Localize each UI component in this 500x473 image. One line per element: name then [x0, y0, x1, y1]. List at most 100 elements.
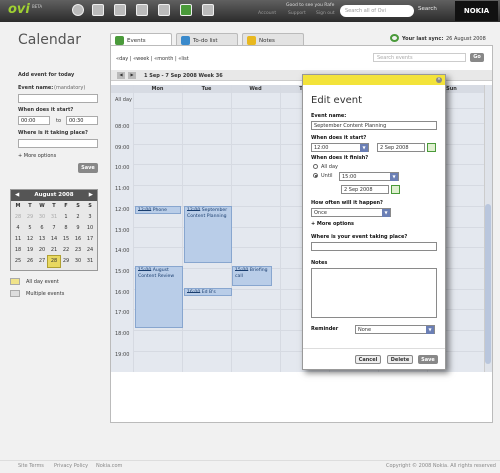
event-search-go[interactable]: Go	[470, 53, 484, 62]
view-list[interactable]: list	[181, 56, 188, 62]
mini-day[interactable]: 30	[72, 256, 84, 267]
edit-event-dialog: × Edit event Event name: September Conte…	[302, 74, 446, 370]
mini-day[interactable]: 4	[12, 223, 24, 234]
mail-icon[interactable]	[136, 4, 148, 16]
quick-start-select[interactable]: 00:00	[18, 116, 50, 125]
view-day[interactable]: day	[119, 56, 128, 62]
mini-day[interactable]: 31	[48, 212, 60, 223]
quick-end-select[interactable]: 00:30	[66, 116, 98, 125]
camera-icon[interactable]	[114, 4, 126, 16]
footer-privacy[interactable]: Privacy Policy	[54, 463, 88, 469]
mini-day[interactable]: 7	[48, 223, 60, 234]
view-week[interactable]: week	[136, 56, 149, 62]
dialog-start-time-select[interactable]: 12:00 ▼	[311, 143, 369, 152]
mini-day[interactable]: 18	[12, 245, 24, 256]
mini-day[interactable]: 9	[72, 223, 84, 234]
mini-day[interactable]: 31	[84, 256, 96, 267]
contacts-icon[interactable]	[158, 4, 170, 16]
event-august-review[interactable]: 15:00 August Content Review	[135, 266, 183, 328]
event-september-planning[interactable]: 12:00 September Content Planning	[184, 206, 232, 263]
next-week-icon[interactable]: ▶	[128, 72, 136, 79]
ovi-logo[interactable]: ovi	[8, 2, 30, 17]
mini-day[interactable]: 17	[84, 234, 96, 245]
event-ed[interactable]: 16:00 Ed B's	[184, 288, 232, 296]
mini-day[interactable]: 28	[12, 212, 24, 223]
calendar-icon[interactable]	[180, 4, 192, 16]
prev-week-icon[interactable]: ◀	[117, 72, 125, 79]
mini-day[interactable]: 2	[72, 212, 84, 223]
mini-day[interactable]: 12	[24, 234, 36, 245]
view-month[interactable]: month	[157, 56, 173, 62]
start-date-calendar-icon[interactable]	[427, 143, 436, 152]
signout-link[interactable]: Sign out	[316, 11, 335, 16]
quick-save-button[interactable]: Save	[78, 163, 98, 173]
more-options-link[interactable]: + More options	[18, 153, 56, 159]
mini-day[interactable]: 16	[72, 234, 84, 245]
mini-day[interactable]: 8	[60, 223, 72, 234]
quick-event-name-input[interactable]	[18, 94, 98, 103]
sync-icon[interactable]	[390, 34, 399, 42]
mini-day[interactable]: 20	[36, 245, 48, 256]
mini-month-label: August 2008	[34, 192, 74, 198]
mini-day[interactable]: 15	[60, 234, 72, 245]
mini-day[interactable]: 24	[84, 245, 96, 256]
mini-day[interactable]: 22	[60, 245, 72, 256]
until-radio[interactable]	[313, 173, 318, 178]
quick-where-input[interactable]	[18, 139, 98, 148]
mini-day[interactable]: 26	[24, 256, 36, 267]
nokia-logo[interactable]: NOKIA	[455, 1, 498, 21]
mini-day[interactable]: 23	[72, 245, 84, 256]
close-icon[interactable]: ×	[436, 77, 442, 83]
end-date-calendar-icon[interactable]	[391, 185, 400, 194]
mini-day[interactable]: 13	[36, 234, 48, 245]
mini-day[interactable]: 27	[36, 256, 48, 267]
dialog-name-input[interactable]: September Content Planning	[311, 121, 437, 130]
next-month-icon[interactable]: ▶	[89, 190, 93, 201]
sync-label: Your last sync:	[402, 36, 444, 42]
footer-terms[interactable]: Site Terms	[18, 463, 44, 469]
mini-day[interactable]: 6	[36, 223, 48, 234]
dialog-end-time-select[interactable]: 15:00 ▼	[339, 172, 399, 181]
mini-day[interactable]: 21	[48, 245, 60, 256]
mini-day[interactable]: 28	[47, 255, 61, 268]
mini-dow: T	[52, 203, 56, 209]
mini-day[interactable]: 5	[24, 223, 36, 234]
mini-day[interactable]: 29	[60, 256, 72, 267]
dialog-more-options[interactable]: + More options	[311, 221, 354, 227]
dialog-notes-textarea[interactable]	[311, 268, 437, 318]
event-search-input[interactable]: Search events	[373, 53, 466, 62]
dialog-where-input[interactable]	[311, 242, 437, 251]
files-icon[interactable]	[202, 4, 214, 16]
footer-nokia[interactable]: Nokia.com	[96, 463, 122, 469]
prev-month-icon[interactable]: ◀	[15, 190, 19, 201]
mini-day[interactable]: 11	[12, 234, 24, 245]
chevron-down-icon: ▼	[390, 173, 398, 181]
allday-radio[interactable]	[313, 164, 318, 169]
grid-scroll-thumb[interactable]	[485, 204, 491, 364]
dialog-repeat-select[interactable]: Once ▼	[311, 208, 391, 217]
dialog-start-date-input[interactable]: 2 Sep 2008	[377, 143, 425, 152]
event-phone[interactable]: 12:00 Phone	[135, 206, 181, 214]
mini-day[interactable]: 14	[48, 234, 60, 245]
dialog-cancel-button[interactable]: Cancel	[355, 355, 381, 364]
support-link[interactable]: Support	[288, 11, 306, 16]
global-search-button[interactable]: Search	[418, 6, 437, 12]
globe-icon[interactable]	[72, 4, 84, 16]
mini-day[interactable]: 10	[84, 223, 96, 234]
music-icon[interactable]	[92, 4, 104, 16]
greeting: Good to see you Rafe	[286, 3, 335, 8]
global-search-input[interactable]: Search all of Ovi	[340, 5, 414, 17]
mini-day[interactable]: 25	[12, 256, 24, 267]
mini-day[interactable]: 19	[24, 245, 36, 256]
dialog-delete-button[interactable]: Delete	[387, 355, 413, 364]
dialog-finish-label: When does it finish?	[311, 155, 369, 161]
dialog-reminder-select[interactable]: None ▼	[355, 325, 435, 334]
event-briefing[interactable]: 15:00 Briefing call	[232, 266, 272, 286]
mini-day[interactable]: 30	[36, 212, 48, 223]
account-link[interactable]: Account	[258, 11, 276, 16]
mini-day[interactable]: 3	[84, 212, 96, 223]
dialog-end-date-input[interactable]: 2 Sep 2008	[341, 185, 389, 194]
mini-day[interactable]: 29	[24, 212, 36, 223]
dialog-save-button[interactable]: Save	[418, 355, 438, 364]
mini-day[interactable]: 1	[60, 212, 72, 223]
